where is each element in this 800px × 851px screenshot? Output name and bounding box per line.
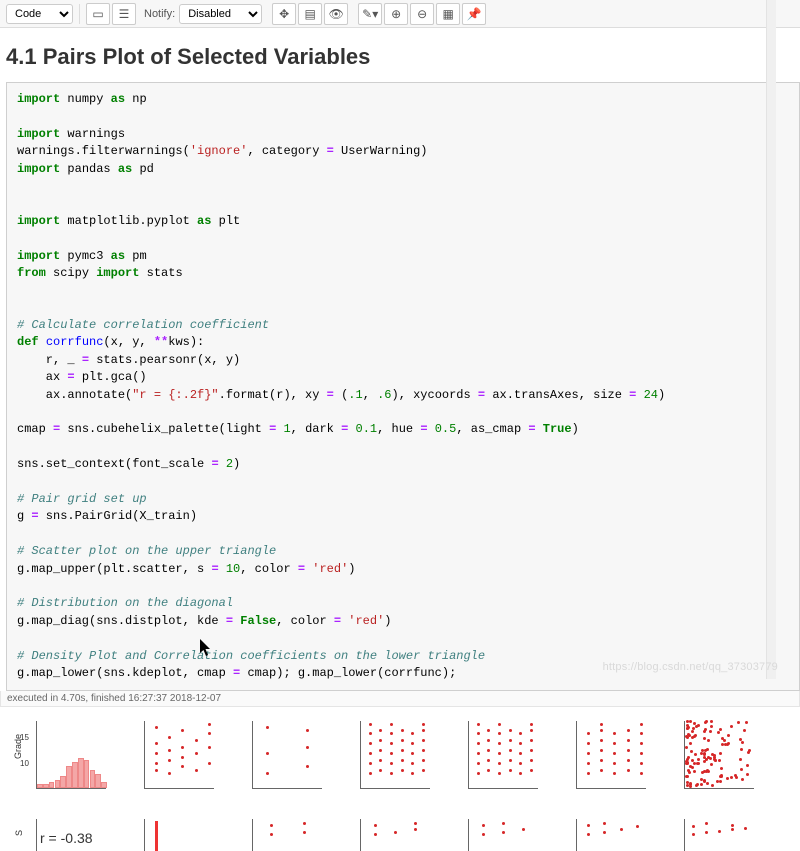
- section-heading: 4.1 Pairs Plot of Selected Variables: [6, 44, 800, 70]
- code-cell[interactable]: import numpy as np import warnings warni…: [0, 82, 800, 691]
- notify-select[interactable]: Disabled: [179, 4, 262, 24]
- notebook-toolbar: Code ▭ ☰ Notify: Disabled ✥ ▤ 👁 ✎▾ ⊕ ⊖ ▦…: [0, 0, 800, 28]
- pin-button[interactable]: 📌: [462, 3, 486, 25]
- correlation-label: r = -0.38: [40, 830, 93, 846]
- vertical-scrollbar[interactable]: [766, 0, 776, 679]
- pairplot-subplot: Sr = -0.38: [24, 815, 108, 851]
- command-palette-button[interactable]: ☰: [112, 3, 136, 25]
- scratchpad-button[interactable]: ▦: [436, 3, 460, 25]
- pairplot-subplot: [672, 717, 756, 801]
- y-tick: 10: [20, 759, 29, 768]
- pairplot-row-1: Grade1015: [24, 717, 800, 801]
- move-button[interactable]: ✥: [272, 3, 296, 25]
- pairplot-subplot: [348, 717, 432, 801]
- pairplot-subplot: [240, 815, 324, 851]
- pairplot-subplot: [348, 815, 432, 851]
- pairplot-subplot: [456, 815, 540, 851]
- zoom-out-button[interactable]: ⊖: [410, 3, 434, 25]
- table-button[interactable]: ▤: [298, 3, 322, 25]
- mouse-cursor-icon: [199, 639, 213, 657]
- y-tick: 15: [20, 733, 29, 742]
- execution-time-banner: executed in 4.70s, finished 16:27:37 201…: [0, 691, 800, 707]
- pairplot-row-2: Sr = -0.38: [24, 815, 800, 851]
- pairplot-subplot: Grade1015: [24, 717, 108, 801]
- preview-button[interactable]: 👁: [324, 3, 348, 25]
- watermark: https://blog.csdn.net/qq_37303779: [603, 661, 778, 673]
- cell-type-select[interactable]: Code: [6, 4, 73, 24]
- cell-toolbar-button[interactable]: ▭: [86, 3, 110, 25]
- pairplot-subplot: [456, 717, 540, 801]
- pairplot-subplot: [240, 717, 324, 801]
- marker-button[interactable]: ✎▾: [358, 3, 382, 25]
- notify-label: Notify:: [144, 8, 175, 20]
- pairplot-subplot: [132, 815, 216, 851]
- zoom-in-button[interactable]: ⊕: [384, 3, 408, 25]
- pairplot-subplot: [132, 717, 216, 801]
- pairplot-subplot: [564, 717, 648, 801]
- code-input[interactable]: import numpy as np import warnings warni…: [6, 82, 800, 691]
- cell-output: Grade1015 Sr = -0.38: [0, 707, 800, 851]
- pairplot-subplot: [564, 815, 648, 851]
- pairplot-subplot: [672, 815, 756, 851]
- separator: [79, 4, 80, 24]
